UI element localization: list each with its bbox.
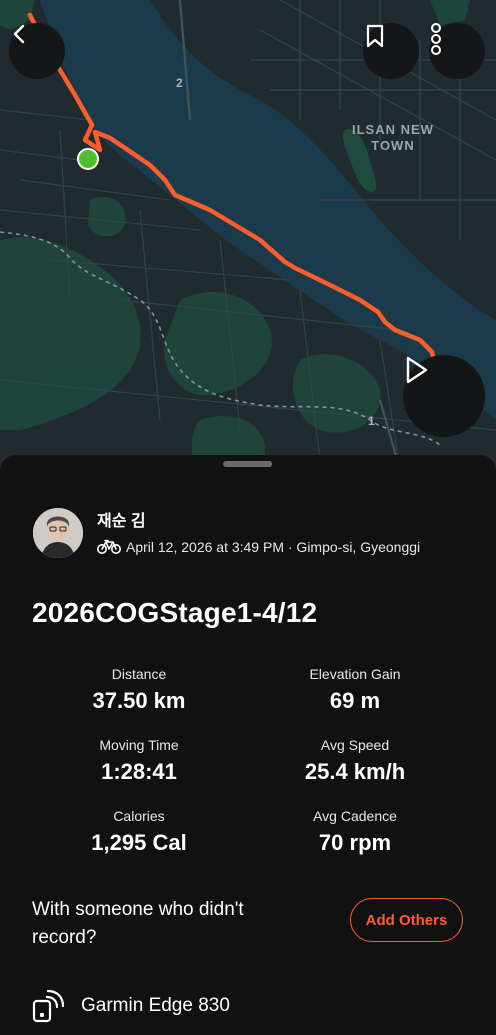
- stat-value: 69 m: [329, 688, 381, 713]
- road-number-label: 2: [176, 76, 184, 90]
- device-name: Garmin Edge 830: [81, 995, 230, 1016]
- activity-meta: April 12, 2026 at 3:49 PM · Gimpo-si, Gy…: [97, 539, 420, 555]
- avatar[interactable]: [33, 508, 83, 558]
- map-area-label-line2: TOWN: [371, 138, 415, 153]
- bookmark-button[interactable]: [363, 23, 419, 79]
- map-area-label-line1: ILSAN NEW: [352, 122, 434, 137]
- stat-moving-time: Moving Time 1:28:41: [39, 737, 239, 785]
- play-flyover-button[interactable]: [403, 355, 485, 437]
- sheet-drag-handle[interactable]: [223, 461, 272, 467]
- stat-label: Avg Cadence: [313, 808, 397, 824]
- bookmark-icon: [366, 24, 384, 48]
- stat-calories: Calories 1,295 Cal: [39, 808, 239, 856]
- chevron-left-icon: [13, 24, 25, 44]
- activity-map[interactable]: ILSAN NEW TOWN 2 1: [0, 0, 496, 470]
- more-vertical-icon: [431, 23, 441, 55]
- map-area-label: ILSAN NEW TOWN: [352, 122, 434, 154]
- with-others-prompt: With someone who didn't record?: [32, 899, 244, 948]
- stat-elevation-gain: Elevation Gain 69 m: [255, 666, 455, 714]
- stat-avg-speed: Avg Speed 25.4 km/h: [255, 737, 455, 785]
- more-options-button[interactable]: [429, 23, 485, 79]
- recording-device: Garmin Edge 830: [31, 989, 230, 1023]
- play-icon: [406, 356, 428, 384]
- add-others-button[interactable]: Add Others: [350, 898, 463, 942]
- road-number-label: 1: [368, 414, 376, 428]
- stat-value: 1,295 Cal: [91, 830, 187, 855]
- stat-value: 25.4 km/h: [304, 759, 406, 784]
- stat-label: Calories: [113, 808, 165, 824]
- activity-date-location: April 12, 2026 at 3:49 PM · Gimpo-si, Gy…: [126, 539, 421, 555]
- stat-label: Elevation Gain: [309, 666, 401, 682]
- athlete-name[interactable]: 재순 김: [97, 507, 146, 531]
- start-marker: [77, 148, 99, 170]
- activity-details-sheet: 재순 김 April 12, 2026 at 3:49 PM · Gimpo-s…: [0, 455, 496, 1035]
- stat-label: Avg Speed: [320, 737, 390, 753]
- stat-value: 37.50 km: [92, 688, 186, 713]
- bike-icon: [97, 539, 121, 554]
- stat-label: Moving Time: [99, 737, 179, 753]
- stat-label: Distance: [111, 666, 167, 682]
- avatar-image: [33, 508, 83, 558]
- back-button[interactable]: [9, 23, 65, 79]
- device-icon: [32, 989, 65, 1023]
- activity-title: 2026COGStage1-4/12: [32, 597, 318, 628]
- stat-value: 70 rpm: [318, 830, 392, 855]
- stat-value: 1:28:41: [101, 759, 177, 784]
- stat-distance: Distance 37.50 km: [39, 666, 239, 714]
- stat-avg-cadence: Avg Cadence 70 rpm: [255, 808, 455, 856]
